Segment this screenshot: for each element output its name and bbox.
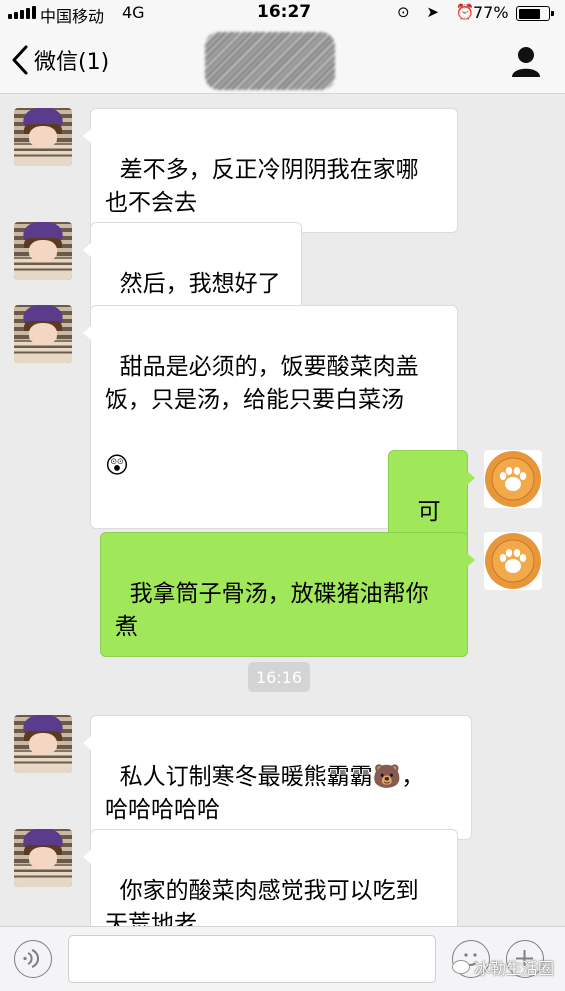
contact-avatar[interactable] [14, 829, 72, 887]
watermark: 冰勒生活圈 [452, 955, 554, 979]
message-text: 私人订制寒冬最暖熊霸霸 [119, 764, 373, 790]
message-text: 甜品是必须的，饭要酸菜肉盖 饭，只是汤，给能只要白菜汤 [105, 354, 419, 413]
battery-icon [516, 6, 554, 21]
astonished-emoji-icon: 😲 [105, 453, 129, 479]
status-icons: ⊙ ➤ ⏰ [397, 3, 481, 21]
message-bubble[interactable]: 然后，我想好了 [83, 222, 302, 314]
paw-logo-icon [485, 451, 541, 507]
message-bubble[interactable]: 差不多，反正冷阴阴我在家哪 也不会去 [83, 108, 458, 233]
back-button[interactable]: 微信(1) [10, 42, 109, 78]
own-avatar[interactable] [484, 450, 542, 508]
voice-button[interactable] [14, 940, 52, 978]
carrier-name: 中国移动 [40, 7, 105, 26]
chat-title-redacted [205, 32, 335, 90]
message-text: 然后，我想好了 [119, 271, 281, 297]
message-bubble[interactable]: 私人订制寒冬最暖熊霸霸🐻， 哈哈哈哈哈 [83, 715, 472, 840]
bear-emoji-icon: 🐻 [372, 764, 402, 790]
message-input[interactable] [68, 935, 436, 983]
wechat-logo-icon [452, 960, 470, 974]
voice-icon [23, 949, 39, 968]
network-type: 4G [122, 3, 145, 22]
message-text: 差不多，反正冷阴阴我在家哪 也不会去 [105, 157, 419, 216]
chat-profile-icon[interactable] [509, 44, 543, 78]
contact-avatar[interactable] [14, 108, 72, 166]
message-text: 我拿筒子骨汤，放碟猪油帮你 煮 [115, 581, 429, 640]
timestamp-divider: 16:16 [248, 662, 310, 692]
contact-avatar[interactable] [14, 715, 72, 773]
battery-percent: 77% [473, 3, 509, 22]
own-avatar[interactable] [484, 532, 542, 590]
contact-avatar[interactable] [14, 305, 72, 363]
contact-avatar[interactable] [14, 222, 72, 280]
paw-logo-icon [485, 533, 541, 589]
chat-header: 微信(1) [0, 26, 565, 94]
chevron-left-icon [12, 45, 28, 75]
back-label: 微信(1) [34, 50, 110, 75]
status-bar: 中国移动 4G 16:27 ⊙ ➤ ⏰ 77% [0, 0, 565, 26]
message-bubble-outgoing[interactable]: 我拿筒子骨汤，放碟猪油帮你 煮 [100, 532, 475, 657]
clock: 16:27 [257, 2, 312, 22]
watermark-text: 冰勒生活圈 [474, 959, 555, 978]
